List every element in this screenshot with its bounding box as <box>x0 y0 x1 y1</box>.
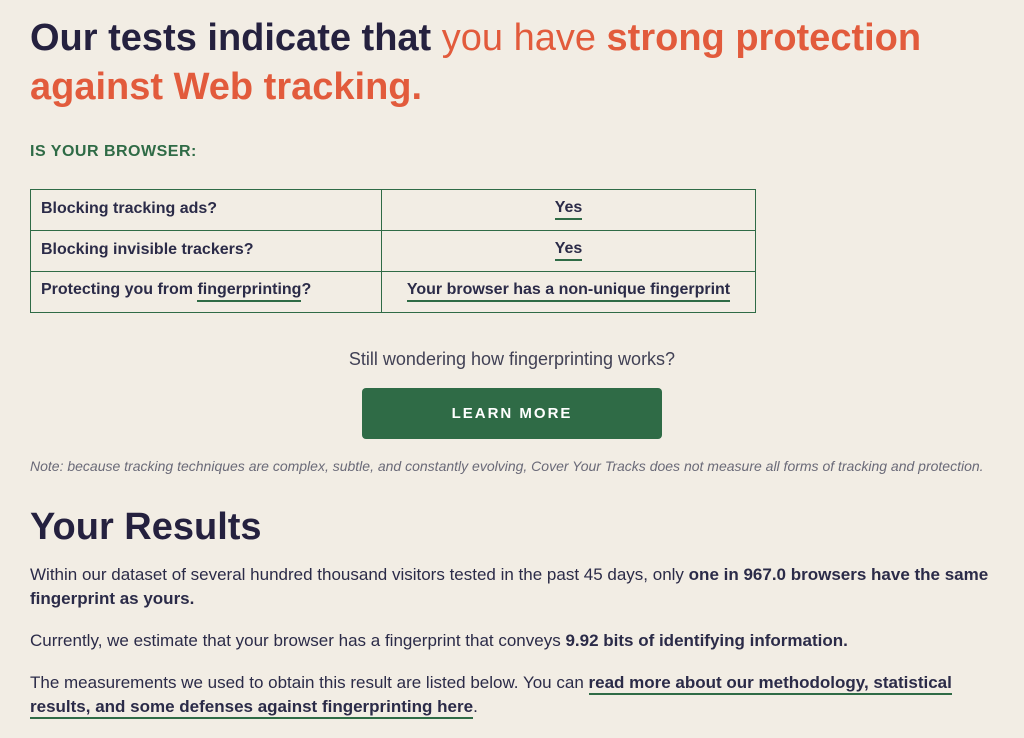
value-cell: Your browser has a non-unique fingerprin… <box>382 271 756 312</box>
headline-red-normal: you have <box>442 17 607 59</box>
page-headline: Our tests indicate that you have strong … <box>30 14 994 113</box>
fingerprinting-term-link[interactable]: fingerprinting <box>197 281 301 302</box>
table-row: Protecting you from fingerprinting? Your… <box>31 271 756 312</box>
headline-red-bold-1: strong protection <box>607 17 922 59</box>
p3-text: The measurements we used to obtain this … <box>30 673 589 692</box>
p2-highlight: 9.92 bits of identifying information. <box>565 631 847 650</box>
question-cell: Blocking invisible trackers? <box>31 230 382 271</box>
table-row: Blocking invisible trackers? Yes <box>31 230 756 271</box>
results-paragraph-3: The measurements we used to obtain this … <box>30 671 994 719</box>
cta-caption: Still wondering how fingerprinting works… <box>30 349 994 370</box>
disclaimer-note: Note: because tracking techniques are co… <box>30 457 994 477</box>
sub-heading: IS YOUR BROWSER: <box>30 143 994 161</box>
value-cell: Yes <box>382 189 756 230</box>
value-link[interactable]: Your browser has a non-unique fingerprin… <box>407 281 730 302</box>
question-text-post: ? <box>301 281 311 298</box>
question-cell: Protecting you from fingerprinting? <box>31 271 382 312</box>
headline-prefix: Our tests indicate that <box>30 17 442 59</box>
question-cell: Blocking tracking ads? <box>31 189 382 230</box>
headline-red-bold-2: against Web tracking <box>30 66 412 108</box>
results-paragraph-1: Within our dataset of several hundred th… <box>30 563 994 611</box>
p2-text: Currently, we estimate that your browser… <box>30 631 565 650</box>
learn-more-button[interactable]: LEARN MORE <box>362 388 663 439</box>
results-heading: Your Results <box>30 506 994 549</box>
results-paragraph-2: Currently, we estimate that your browser… <box>30 629 994 653</box>
p1-text: Within our dataset of several hundred th… <box>30 565 689 584</box>
table-row: Blocking tracking ads? Yes <box>31 189 756 230</box>
question-text: Blocking invisible trackers? <box>41 241 254 258</box>
question-text-pre: Protecting you from <box>41 281 197 298</box>
value-link[interactable]: Yes <box>555 199 583 220</box>
protection-table: Blocking tracking ads? Yes Blocking invi… <box>30 189 756 313</box>
question-text: Blocking tracking ads? <box>41 200 217 217</box>
value-link[interactable]: Yes <box>555 240 583 261</box>
headline-after: . <box>412 66 423 108</box>
value-cell: Yes <box>382 230 756 271</box>
p3-after: . <box>473 697 478 716</box>
